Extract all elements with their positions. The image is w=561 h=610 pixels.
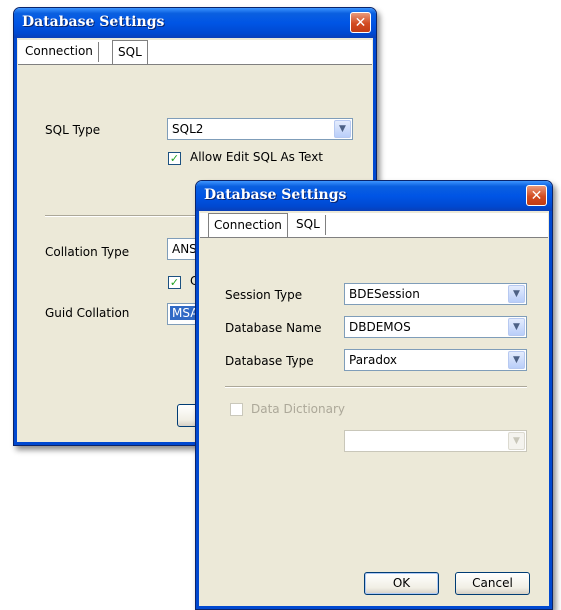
back-close-button[interactable]: ✕: [350, 12, 371, 33]
guid-collation-label: Guid Collation: [45, 306, 130, 320]
front-titlebar[interactable]: Database Settings ✕: [196, 181, 552, 211]
back-tab-divider: [18, 64, 372, 65]
back-tab-connection[interactable]: Connection: [20, 42, 99, 62]
collation-checkbox[interactable]: ✓: [168, 276, 181, 289]
database-name-label: Database Name: [225, 321, 322, 335]
back-window-title: Database Settings: [22, 14, 165, 30]
front-tab-strip: Connection SQL: [200, 213, 548, 237]
database-name-value: DBDEMOS: [349, 320, 411, 334]
front-tab-divider: [200, 237, 548, 238]
chevron-down-icon[interactable]: ▼: [508, 318, 525, 336]
data-dictionary-label: Data Dictionary: [251, 402, 346, 416]
ok-button[interactable]: OK: [364, 572, 439, 595]
chevron-down-icon[interactable]: ▼: [508, 285, 525, 303]
close-icon: ✕: [354, 15, 367, 31]
sql-type-value: SQL2: [172, 122, 204, 136]
database-name-select[interactable]: DBDEMOS ▼: [344, 316, 527, 338]
collation-type-label: Collation Type: [45, 245, 130, 259]
sql-type-select[interactable]: SQL2 ▼: [167, 118, 353, 140]
database-type-label: Database Type: [225, 354, 314, 368]
front-tab-sql[interactable]: SQL: [291, 215, 326, 235]
data-dictionary-checkbox[interactable]: [230, 403, 243, 416]
front-window-title: Database Settings: [204, 187, 347, 203]
database-type-value: Paradox: [349, 353, 398, 367]
close-icon: ✕: [530, 188, 543, 204]
front-close-button[interactable]: ✕: [526, 185, 547, 206]
allow-edit-sql-label: Allow Edit SQL As Text: [190, 150, 324, 164]
database-type-select[interactable]: Paradox ▼: [344, 349, 527, 371]
chevron-down-icon[interactable]: ▼: [334, 120, 351, 138]
session-type-value: BDESession: [349, 287, 420, 301]
front-separator: [225, 386, 527, 388]
back-tab-sql[interactable]: SQL: [112, 40, 148, 64]
sql-type-label: SQL Type: [45, 123, 101, 137]
front-tab-connection[interactable]: Connection: [208, 213, 288, 237]
allow-edit-sql-checkbox[interactable]: ✓: [168, 152, 181, 165]
cancel-button[interactable]: Cancel: [455, 572, 530, 595]
collation-type-value: ANS: [172, 242, 197, 256]
front-dialog-window: Database Settings ✕ Connection SQL Sessi…: [195, 180, 553, 610]
data-dictionary-select[interactable]: ▼: [344, 430, 527, 452]
session-type-label: Session Type: [225, 288, 303, 302]
front-dialog-body: Connection SQL Session Type BDESession ▼…: [196, 211, 552, 609]
back-titlebar[interactable]: Database Settings ✕: [14, 8, 376, 38]
back-tab-strip: Connection SQL: [18, 40, 372, 64]
session-type-select[interactable]: BDESession ▼: [344, 283, 527, 305]
chevron-down-icon[interactable]: ▼: [508, 351, 525, 369]
chevron-down-icon[interactable]: ▼: [508, 432, 525, 450]
